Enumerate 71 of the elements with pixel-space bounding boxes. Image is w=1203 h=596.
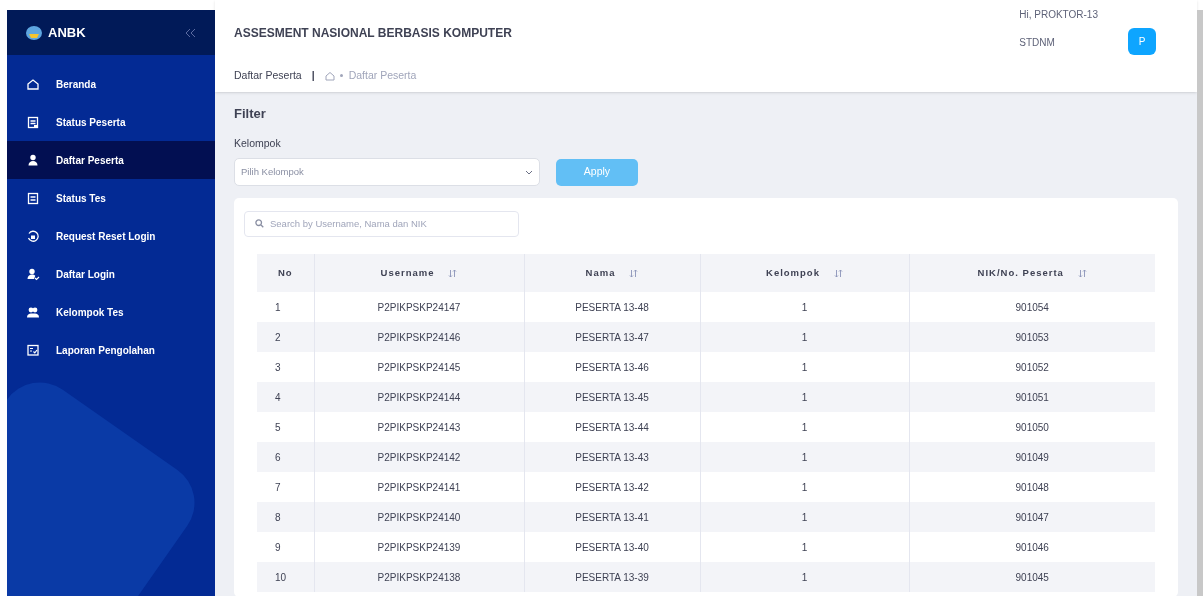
school-code: STDNM — [1019, 36, 1056, 50]
breadcrumb-separator: | — [311, 68, 315, 83]
table-cell: 901051 — [909, 382, 1155, 413]
sort-icon — [833, 269, 843, 279]
table-cell: PESERTA 13-39 — [524, 562, 700, 593]
table-cell: PESERTA 13-41 — [524, 502, 700, 533]
sidebar-item[interactable]: Status Peserta — [7, 103, 215, 141]
home-icon — [26, 77, 40, 91]
table-cell: 1 — [700, 562, 909, 593]
sort-icon — [448, 269, 458, 279]
table-cell: 901053 — [909, 322, 1155, 353]
filter-heading: Filter — [234, 105, 267, 123]
column-header[interactable]: NIK/No. Peserta — [909, 254, 1155, 293]
column-header: No — [257, 254, 314, 293]
reset-lock-icon — [26, 229, 40, 243]
table-cell: 9 — [257, 532, 314, 563]
sidebar-item[interactable]: Daftar Peserta — [7, 141, 215, 179]
clipboard-list-icon — [26, 191, 40, 205]
column-header[interactable]: Nama — [524, 254, 700, 293]
select-placeholder: Pilih Kelompok — [241, 165, 305, 180]
table-cell: P2PIKPSKP24138 — [314, 562, 524, 593]
sidebar-item[interactable]: Request Reset Login — [7, 217, 215, 255]
column-header[interactable]: Username — [314, 254, 524, 293]
page-title: Daftar Peserta — [234, 68, 302, 83]
table-cell: P2PIKPSKP24140 — [314, 502, 524, 533]
table-cell: 1 — [700, 442, 909, 473]
chevron-down-icon — [525, 169, 533, 175]
table-cell: 8 — [257, 502, 314, 533]
table-cell: 10 — [257, 562, 314, 593]
table-cell: 7 — [257, 472, 314, 503]
table-cell: P2PIKPSKP24146 — [314, 322, 524, 353]
table-cell: 5 — [257, 412, 314, 443]
table-cell: 6 — [257, 442, 314, 473]
table-cell: PESERTA 13-45 — [524, 382, 700, 413]
report-icon — [26, 343, 40, 357]
table-cell: 1 — [700, 502, 909, 533]
search-field[interactable]: Search by Username, Nama dan NIK — [244, 210, 519, 237]
table-cell: P2PIKPSKP24144 — [314, 382, 524, 413]
user-icon — [26, 153, 40, 167]
sort-icon — [629, 269, 639, 279]
logo-icon — [26, 25, 42, 40]
table-cell: 2 — [257, 322, 314, 353]
table-cell: 901045 — [909, 562, 1155, 593]
user-check-icon — [26, 267, 40, 281]
sort-icon — [1077, 269, 1087, 279]
sidebar-item[interactable]: Status Tes — [7, 179, 215, 217]
clipboard-icon — [26, 115, 40, 129]
search-icon — [255, 219, 264, 229]
table-cell: PESERTA 13-47 — [524, 322, 700, 353]
users-icon — [26, 305, 40, 319]
table-cell: P2PIKPSKP24142 — [314, 442, 524, 473]
table-cell: 3 — [257, 352, 314, 383]
table-cell: 1 — [257, 292, 314, 323]
table-cell: 901047 — [909, 502, 1155, 533]
column-header[interactable]: Kelompok — [700, 254, 909, 293]
sidebar-item[interactable]: Daftar Login — [7, 255, 215, 293]
table-cell: 901049 — [909, 442, 1155, 473]
greeting-text: Hi, PROKTOR-13 — [1019, 8, 1098, 22]
scrollbar[interactable] — [1197, 10, 1203, 596]
table-cell: 1 — [700, 382, 909, 413]
app-title: ASSESMENT NASIONAL BERBASIS KOMPUTER — [234, 25, 513, 42]
sidebar-item[interactable]: Kelompok Tes — [7, 293, 215, 331]
brand-name: ANBK — [48, 23, 86, 42]
home-icon[interactable] — [324, 70, 335, 81]
table-cell: 4 — [257, 382, 314, 413]
field-label: Kelompok — [234, 135, 282, 151]
table-cell: PESERTA 13-43 — [524, 442, 700, 473]
collapse-icon[interactable] — [184, 27, 196, 38]
sidebar-item[interactable]: Laporan Pengolahan — [7, 331, 215, 369]
sidebar-item[interactable]: Beranda — [7, 65, 215, 103]
table-cell: 1 — [700, 322, 909, 353]
